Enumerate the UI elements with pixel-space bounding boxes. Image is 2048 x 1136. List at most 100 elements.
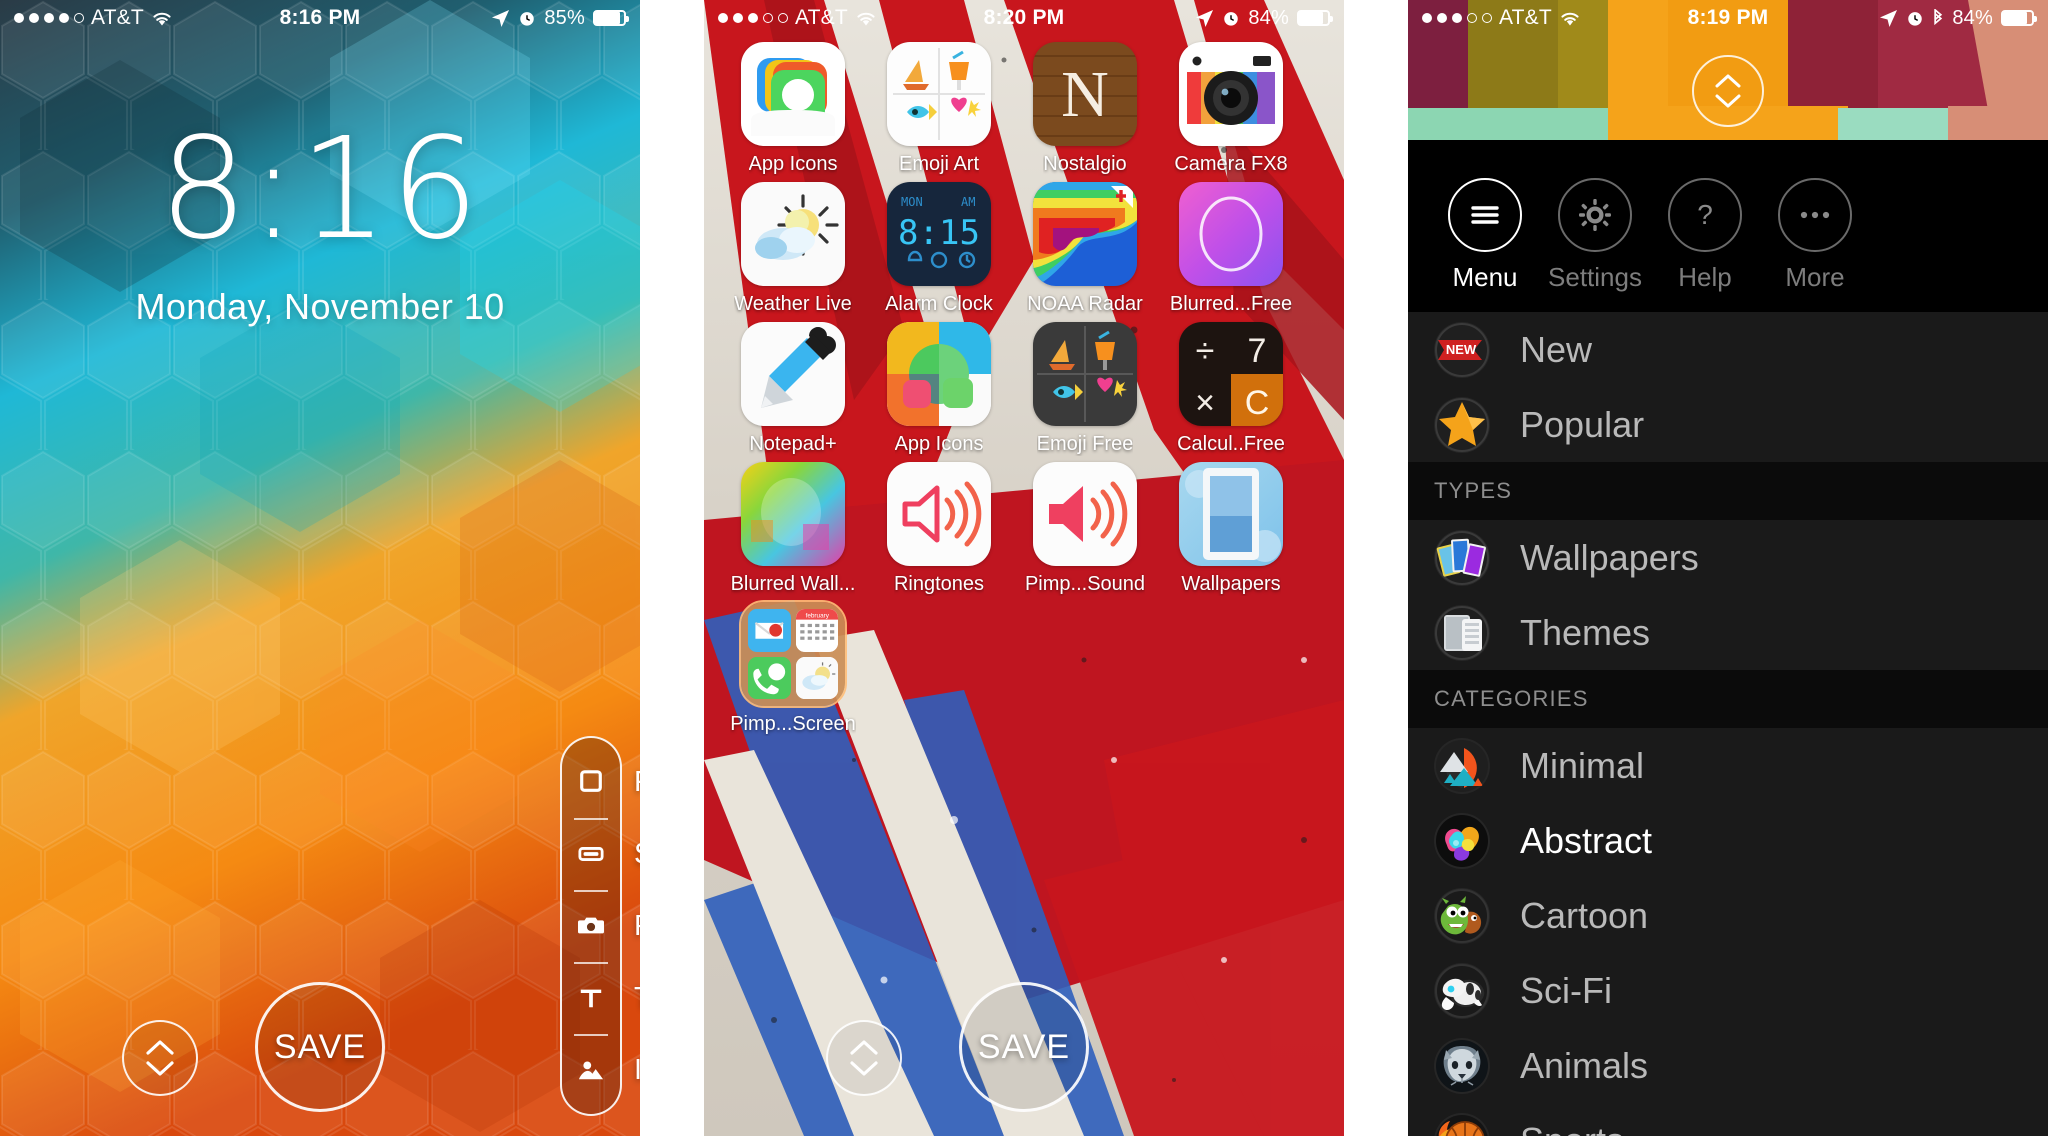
app-tile[interactable]: Notepad+ [720,322,866,456]
status-right: 84% [1195,7,1333,30]
reorder-layers-button[interactable] [122,1020,198,1096]
menu-item-label: Cartoon [1520,894,1649,936]
app-label: Ringtones [893,573,985,595]
menu-item-abstract[interactable]: Abstract [1408,803,2048,878]
tool-frame-button[interactable]: Frame [562,746,640,818]
app-label: Pimp...Screen [730,713,856,735]
app-tile[interactable]: Emoji Free [1012,322,1158,456]
menu-item-scifi[interactable]: Sci-Fi [1408,953,2048,1028]
panel2-bottom-bar: SAVE [704,982,1344,1118]
blurred-wall-app-icon [741,462,845,566]
svg-text:8:15: 8:15 [898,213,980,253]
battery-percent-label: 84% [1952,6,1993,29]
menu-item-sports[interactable]: Sports [1408,1103,2048,1136]
clock-time: 8:16 [158,108,482,271]
themes-icon [1434,604,1490,661]
blurred-free-app-icon [1179,182,1283,286]
save-button[interactable]: SAVE [255,982,385,1112]
menu-item-label: Abstract [1520,819,1653,861]
panel-gap-2 [1344,0,1408,1136]
menu-item-animals[interactable]: Animals [1408,1028,2048,1103]
frame-icon [576,769,606,795]
status-left: AT&T [718,6,875,30]
ellipsis-icon [1800,211,1830,219]
abstract-icon [1434,812,1490,869]
nav-settings-label: Settings [1548,262,1642,292]
app-tile[interactable]: Pimp...Sound [1012,462,1158,596]
question-icon: ? [1697,199,1713,230]
hamburger-icon [1471,206,1499,224]
svg-text:×: × [1195,384,1215,422]
nav-more-label: More [1785,262,1845,292]
status-right: 85% [491,6,629,30]
signal-dots-icon [14,13,84,23]
app-tile[interactable]: ÷ 7 × C Calcul..Free [1158,322,1304,456]
signal-dots-icon [1422,13,1492,23]
home-row: Weather Live MON AM 8:15 Alarm Clock NOA… [720,182,1328,322]
panel-lockscreen-editor: AT&T 8:16 PM 85% 8:16 Monday, November 1… [0,0,640,1136]
app-label: Nostalgio [1043,153,1127,175]
menu-header-categories: CATEGORIES [1408,670,2048,728]
app-tile[interactable]: N Nostalgio [1012,42,1158,176]
hero-reorder-button[interactable] [1692,55,1764,127]
location-arrow-icon [1195,9,1214,28]
menu-item-cartoon[interactable]: Cartoon [1408,878,2048,953]
menu-item-new[interactable]: NEW New [1408,312,2048,387]
app-tile[interactable]: Emoji Art [866,42,1012,176]
app-tile[interactable]: MON AM 8:15 Alarm Clock [866,182,1012,316]
app-label: Alarm Clock [885,293,993,315]
carrier-label: AT&T [795,6,848,29]
app-tile[interactable]: NOAA Radar [1012,182,1158,316]
menu-item-popular[interactable]: Popular [1408,387,2048,462]
alarm-clock-app-icon: MON AM 8:15 [887,182,991,286]
signal-dots-icon [718,13,788,23]
home-row: App Icons Emoji Art N Nostalgio Camera F… [720,42,1328,182]
nav-menu-button[interactable]: Menu [1430,178,1540,293]
app-tile[interactable]: Camera FX8 [1158,42,1304,176]
svg-text:÷: ÷ [1196,332,1215,370]
nav-settings-button[interactable]: Settings [1540,178,1650,293]
menu-item-wallpapers[interactable]: Wallpapers [1408,520,2048,595]
menu-item-minimal[interactable]: Minimal [1408,728,2048,803]
nav-help-label: Help [1678,262,1732,292]
status-bar-panel3: AT&T 8:19 PM 84% [1408,0,2048,36]
save-button[interactable]: SAVE [959,982,1089,1112]
svg-text:?: ? [1697,199,1713,230]
app-tile[interactable]: Wallpapers [1158,462,1304,596]
app-tile[interactable]: Ringtones [866,462,1012,596]
status-left: AT&T [1422,6,1579,30]
battery-icon [2001,10,2037,26]
tool-status-bar-button[interactable]: Status Bar [562,818,640,890]
tool-photo-label: Photo [634,910,640,941]
menu-item-label: Themes [1520,611,1651,653]
app-label: NOAA Radar [1027,293,1143,315]
panel1-bottom-bar: SAVE [0,982,640,1118]
app-tile[interactable]: Weather Live [720,182,866,316]
lockscreen-clock: 8:16 Monday, November 10 [0,120,640,328]
status-bar-panel1: AT&T 8:16 PM 85% [0,0,640,36]
tool-photo-button[interactable]: Photo [562,890,640,962]
status-bar-panel2: AT&T 8:20 PM 84% [704,0,1344,36]
menu-item-themes[interactable]: Themes [1408,595,2048,670]
sports-icon [1434,1112,1490,1136]
app-tile[interactable]: Blurred...Free [1158,182,1304,316]
menu-circle [1448,178,1522,252]
app-tile[interactable]: App Icons [866,322,1012,456]
menu-item-label: Sci-Fi [1520,969,1612,1011]
alarm-icon [1222,9,1240,27]
wifi-icon [151,10,171,26]
nav-help-button[interactable]: ? Help [1650,178,1760,293]
reorder-layers-button[interactable] [826,1020,902,1096]
menu-item-label: Wallpapers [1520,536,1699,578]
chevron-updown-icon [1715,74,1741,108]
battery-percent-label: 85% [544,6,585,29]
svg-text:AM: AM [961,195,975,209]
app-tile[interactable]: february Pimp...Screen [720,600,866,736]
nav-more-button[interactable]: More [1760,178,1870,293]
app-tile[interactable]: App Icons [720,42,866,176]
svg-text:C: C [1245,384,1270,422]
status-left: AT&T [14,6,171,30]
svg-text:7: 7 [1248,332,1267,370]
app-tile[interactable]: Blurred Wall... [720,462,866,596]
chevron-updown-icon [146,1040,174,1076]
